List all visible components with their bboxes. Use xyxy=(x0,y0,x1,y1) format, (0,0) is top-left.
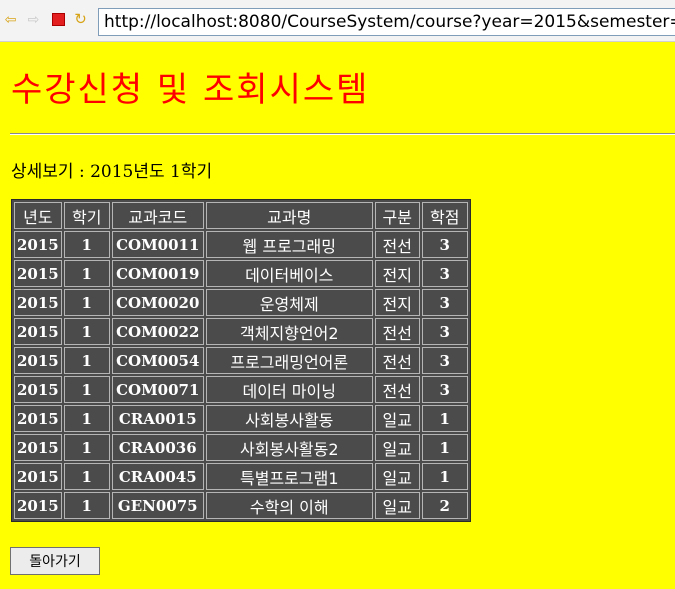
header-category: 구분 xyxy=(374,202,420,229)
horizontal-rule xyxy=(10,133,675,135)
cell-semester: 1 xyxy=(63,405,110,432)
page-title: 수강신청 및 조회시스템 xyxy=(11,70,370,110)
cell-course-name: 사회봉사활동 xyxy=(205,405,373,432)
cell-course-code: CRA0045 xyxy=(111,463,204,490)
header-course-code: 교과코드 xyxy=(111,202,204,229)
cell-semester: 1 xyxy=(63,376,110,403)
back-arrow-icon[interactable]: ⇦ xyxy=(2,11,19,28)
table-row: 2015 1 COM0022 객체지향언어2 전선 3 xyxy=(14,318,468,345)
cell-course-code: CRA0036 xyxy=(111,434,204,461)
cell-semester: 1 xyxy=(63,347,110,374)
cell-credits: 3 xyxy=(421,347,468,374)
cell-year: 2015 xyxy=(14,463,62,490)
cell-category: 일교 xyxy=(374,434,420,461)
cell-course-code: COM0022 xyxy=(111,318,204,345)
cell-credits: 3 xyxy=(421,289,468,316)
cell-year: 2015 xyxy=(14,289,62,316)
cell-course-code: COM0071 xyxy=(111,376,204,403)
cell-course-code: COM0020 xyxy=(111,289,204,316)
cell-course-name: 운영체제 xyxy=(205,289,373,316)
cell-credits: 1 xyxy=(421,434,468,461)
course-table: 년도 학기 교과코드 교과명 구분 학점 2015 1 COM0011 웹 프로그래밍… xyxy=(11,199,471,522)
table-row: 2015 1 COM0011 웹 프로그래밍 전선 3 xyxy=(14,231,468,258)
cell-year: 2015 xyxy=(14,231,62,258)
cell-year: 2015 xyxy=(14,434,62,461)
cell-course-code: COM0011 xyxy=(111,231,204,258)
browser-toolbar: ⇦ ⇨ ↻ http://localhost:8080/CourseSystem… xyxy=(0,0,675,42)
cell-credits: 1 xyxy=(421,463,468,490)
cell-credits: 3 xyxy=(421,231,468,258)
cell-course-name: 사회봉사활동2 xyxy=(205,434,373,461)
header-course-name: 교과명 xyxy=(205,202,373,229)
table-row: 2015 1 CRA0015 사회봉사활동 일교 1 xyxy=(14,405,468,432)
header-year: 년도 xyxy=(14,202,62,229)
cell-course-code: CRA0015 xyxy=(111,405,204,432)
header-semester: 학기 xyxy=(63,202,110,229)
cell-semester: 1 xyxy=(63,318,110,345)
cell-year: 2015 xyxy=(14,347,62,374)
cell-semester: 1 xyxy=(63,260,110,287)
cell-course-name: 웹 프로그래밍 xyxy=(205,231,373,258)
cell-semester: 1 xyxy=(63,492,110,519)
table-row: 2015 1 COM0019 데이터베이스 전지 3 xyxy=(14,260,468,287)
cell-course-name: 데이터 마이닝 xyxy=(205,376,373,403)
cell-category: 전지 xyxy=(374,289,420,316)
cell-course-name: 수학의 이해 xyxy=(205,492,373,519)
cell-semester: 1 xyxy=(63,434,110,461)
cell-year: 2015 xyxy=(14,376,62,403)
cell-course-name: 데이터베이스 xyxy=(205,260,373,287)
cell-course-name: 객체지향언어2 xyxy=(205,318,373,345)
cell-credits: 2 xyxy=(421,492,468,519)
table-row: 2015 1 GEN0075 수학의 이해 일교 2 xyxy=(14,492,468,519)
cell-credits: 3 xyxy=(421,260,468,287)
page-subtitle: 상세보기 : 2015년도 1학기 xyxy=(11,162,213,182)
cell-course-name: 프로그래밍언어론 xyxy=(205,347,373,374)
course-table-body: 2015 1 COM0011 웹 프로그래밍 전선 3 2015 1 COM0019 데이터베이스… xyxy=(14,231,468,519)
cell-year: 2015 xyxy=(14,318,62,345)
cell-course-name: 특별프로그램1 xyxy=(205,463,373,490)
cell-year: 2015 xyxy=(14,405,62,432)
cell-semester: 1 xyxy=(63,231,110,258)
table-row: 2015 1 COM0071 데이터 마이닝 전선 3 xyxy=(14,376,468,403)
cell-category: 전선 xyxy=(374,318,420,345)
cell-category: 전선 xyxy=(374,347,420,374)
cell-category: 전지 xyxy=(374,260,420,287)
cell-course-code: GEN0075 xyxy=(111,492,204,519)
table-row: 2015 1 CRA0045 특별프로그램1 일교 1 xyxy=(14,463,468,490)
cell-credits: 3 xyxy=(421,376,468,403)
cell-credits: 1 xyxy=(421,405,468,432)
cell-credits: 3 xyxy=(421,318,468,345)
table-row: 2015 1 CRA0036 사회봉사활동2 일교 1 xyxy=(14,434,468,461)
cell-category: 일교 xyxy=(374,405,420,432)
address-bar[interactable]: http://localhost:8080/CourseSystem/cours… xyxy=(98,8,675,36)
refresh-icon[interactable]: ↻ xyxy=(72,11,89,28)
cell-year: 2015 xyxy=(14,492,62,519)
header-credits: 학점 xyxy=(421,202,468,229)
cell-category: 일교 xyxy=(374,463,420,490)
table-row: 2015 1 COM0020 운영체제 전지 3 xyxy=(14,289,468,316)
cell-course-code: COM0019 xyxy=(111,260,204,287)
stop-icon[interactable] xyxy=(50,11,67,28)
cell-category: 전선 xyxy=(374,376,420,403)
forward-arrow-icon[interactable]: ⇨ xyxy=(25,11,42,28)
back-button[interactable]: 돌아가기 xyxy=(10,547,100,575)
cell-semester: 1 xyxy=(63,289,110,316)
cell-category: 전선 xyxy=(374,231,420,258)
cell-semester: 1 xyxy=(63,463,110,490)
cell-year: 2015 xyxy=(14,260,62,287)
cell-course-code: COM0054 xyxy=(111,347,204,374)
cell-category: 일교 xyxy=(374,492,420,519)
table-row: 2015 1 COM0054 프로그래밍언어론 전선 3 xyxy=(14,347,468,374)
table-header-row: 년도 학기 교과코드 교과명 구분 학점 xyxy=(14,202,468,229)
